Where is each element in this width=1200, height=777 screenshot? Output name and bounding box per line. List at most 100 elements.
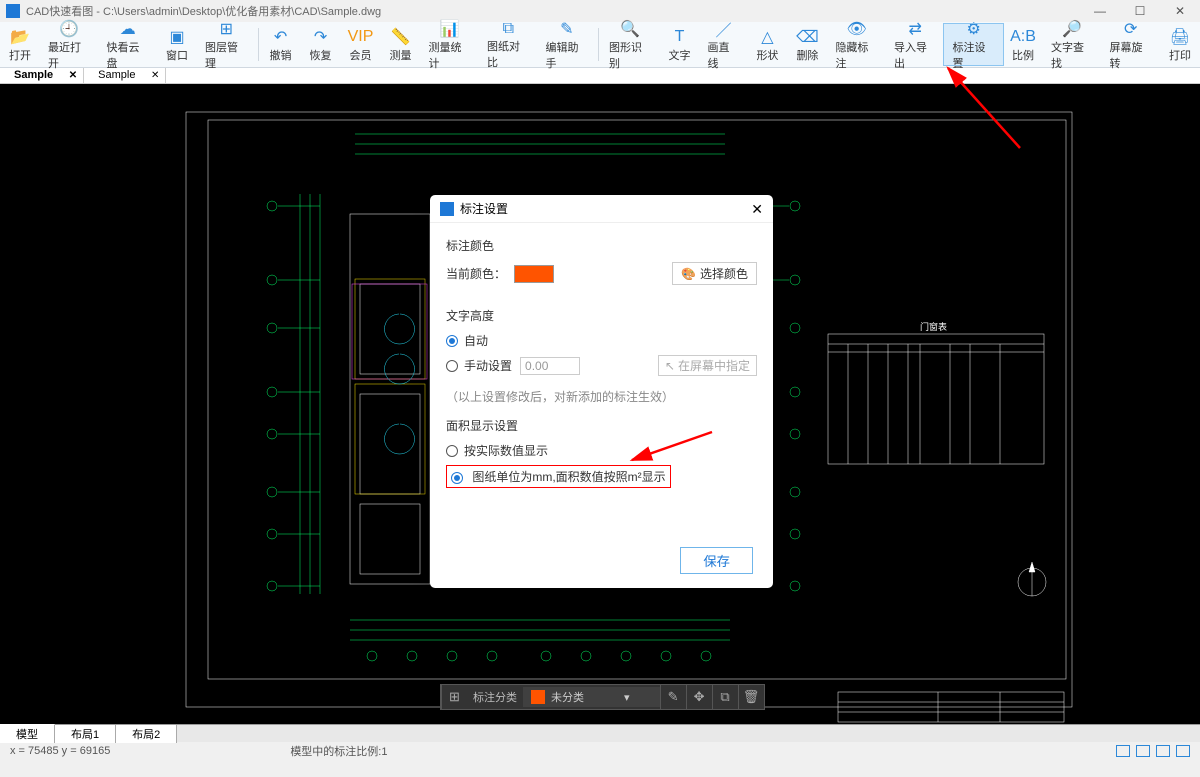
close-button[interactable]: ✕ — [1160, 0, 1200, 22]
main-toolbar: 📂打开🕘最近打开☁快看云盘▣窗口⊞图层管理↶撤销↷恢复VIP会员📏测量📊测量统计… — [0, 22, 1200, 68]
pointer-icon: ↖ — [665, 359, 675, 373]
svg-text:门窗表: 门窗表 — [920, 321, 947, 332]
current-color-label: 当前颜色： — [446, 265, 506, 282]
toolbar-rotate[interactable]: ⟳屏幕旋转 — [1102, 24, 1161, 65]
toolbar-print[interactable]: 🖨打印 — [1160, 24, 1200, 65]
toolbar-dimset[interactable]: ⚙标注设置 — [944, 24, 1003, 65]
manual-radio[interactable] — [446, 360, 458, 372]
status-icon-2[interactable] — [1136, 745, 1150, 757]
toolbar-open[interactable]: 📂打开 — [0, 24, 40, 65]
move-icon[interactable]: ✥ — [686, 684, 712, 710]
cloud-icon: ☁ — [118, 19, 138, 39]
status-icon-3[interactable] — [1156, 745, 1170, 757]
measure-icon: 📏 — [391, 27, 411, 47]
toolbar-text[interactable]: T文字 — [660, 24, 700, 65]
minimize-button[interactable]: — — [1080, 0, 1120, 22]
toolbar-vip[interactable]: VIP会员 — [341, 24, 381, 65]
copy-icon[interactable]: ⧉ — [712, 684, 738, 710]
recog-icon: 🔍 — [620, 19, 640, 39]
toolbar-recent[interactable]: 🕘最近打开 — [40, 24, 99, 65]
settings-note: （以上设置修改后，对新添加的标注生效） — [446, 388, 757, 405]
color-section-label: 标注颜色 — [446, 237, 757, 254]
annotation-class-dropdown[interactable]: 未分类▾ — [523, 687, 660, 707]
toolbar-recog[interactable]: 🔍图形识别 — [601, 24, 660, 65]
dimension-settings-dialog: 标注设置 ✕ 标注颜色 当前颜色： 🎨选择颜色 文字高度 自动 手动设置 0.0… — [430, 195, 773, 588]
hide-icon: 👁 — [847, 19, 867, 39]
recent-icon: 🕘 — [59, 19, 79, 39]
choose-color-button[interactable]: 🎨选择颜色 — [672, 262, 757, 285]
text-icon: T — [670, 27, 690, 47]
toolbar-redo[interactable]: ↷恢复 — [301, 24, 341, 65]
dialog-close-button[interactable]: ✕ — [751, 201, 763, 218]
mm-label: 图纸单位为mm,面积数值按照m²显示 — [472, 470, 665, 484]
toolbar-find[interactable]: 🔎文字查找 — [1043, 24, 1102, 65]
height-section-label: 文字高度 — [446, 307, 757, 324]
toolbar-undo[interactable]: ↶撤销 — [261, 24, 301, 65]
auto-label: 自动 — [464, 332, 488, 349]
current-color-swatch — [514, 265, 554, 283]
edit-icon[interactable]: ✎ — [660, 684, 686, 710]
delete-icon[interactable]: 🗑 — [738, 684, 764, 710]
save-button[interactable]: 保存 — [680, 547, 753, 574]
auto-radio[interactable] — [446, 335, 458, 347]
toolbar-stats[interactable]: 📊测量统计 — [421, 24, 480, 65]
stats-icon: 📊 — [440, 19, 460, 39]
scale-icon: A:B — [1013, 27, 1033, 47]
toolbar-shape[interactable]: △形状 — [747, 24, 787, 65]
app-icon — [440, 202, 454, 216]
colorwheel-icon: 🎨 — [681, 267, 696, 281]
tab-close-icon[interactable]: ✕ — [151, 70, 159, 81]
annotation-class-label: 标注分类 — [467, 689, 523, 705]
line-icon: ／ — [713, 19, 733, 39]
annotation-bar: ⊞ 标注分类 未分类▾ ✎ ✥ ⧉ 🗑 — [440, 684, 765, 710]
layout-tab-2[interactable]: 布局2 — [116, 725, 177, 743]
area-section-label: 面积显示设置 — [446, 417, 757, 434]
tab-close-icon[interactable]: ✕ — [69, 70, 77, 81]
toolbar-edit[interactable]: ✎编辑助手 — [538, 24, 597, 65]
toolbar-line[interactable]: ／画直线 — [700, 24, 748, 65]
toolbar-window[interactable]: ▣窗口 — [157, 24, 197, 65]
layout-tab-1[interactable]: 布局1 — [55, 725, 116, 743]
manual-value-input[interactable]: 0.00 — [520, 357, 580, 375]
print-icon: 🖨 — [1170, 27, 1190, 47]
toolbar-io[interactable]: ⇄导入导出 — [886, 24, 945, 65]
status-bar: x = 75485 y = 69165 模型中的标注比例:1 — [0, 742, 1200, 760]
highlighted-option: 图纸单位为mm,面积数值按照m²显示 — [446, 465, 671, 488]
compare-icon: ⧉ — [498, 20, 518, 38]
dialog-title-text: 标注设置 — [460, 200, 508, 217]
undo-icon: ↶ — [271, 27, 291, 47]
window-controls: — ☐ ✕ — [1080, 0, 1200, 22]
layer-icon: ⊞ — [216, 19, 236, 39]
status-icon-4[interactable] — [1176, 745, 1190, 757]
shape-icon: △ — [757, 27, 777, 47]
delete-icon: ⌫ — [797, 27, 817, 47]
screen-pick-button[interactable]: ↖在屏幕中指定 — [658, 355, 757, 376]
mm-radio[interactable] — [451, 472, 463, 484]
toolbar-cloud[interactable]: ☁快看云盘 — [99, 24, 158, 65]
toolbar-hide[interactable]: 👁隐藏标注 — [827, 24, 886, 65]
toolbar-compare[interactable]: ⧉图纸对比 — [479, 24, 538, 65]
scale-info: 模型中的标注比例:1 — [290, 743, 387, 759]
maximize-button[interactable]: ☐ — [1120, 0, 1160, 22]
layout-tab-0[interactable]: 模型 — [0, 724, 55, 743]
open-icon: 📂 — [10, 27, 30, 47]
grid-icon[interactable]: ⊞ — [441, 684, 467, 710]
window-icon: ▣ — [167, 27, 187, 47]
toolbar-layer[interactable]: ⊞图层管理 — [197, 24, 256, 65]
toolbar-scale[interactable]: A:B比例 — [1003, 24, 1043, 65]
status-icon-1[interactable] — [1116, 745, 1130, 757]
edit-icon: ✎ — [557, 19, 577, 39]
toolbar-measure[interactable]: 📏测量 — [381, 24, 421, 65]
redo-icon: ↷ — [311, 27, 331, 47]
doc-tab-0[interactable]: Sample✕ — [0, 68, 84, 83]
io-icon: ⇄ — [905, 19, 925, 39]
real-value-radio[interactable] — [446, 445, 458, 457]
document-tabs: Sample✕Sample✕ — [0, 68, 1200, 84]
real-value-label: 按实际数值显示 — [464, 442, 548, 459]
manual-label: 手动设置 — [464, 357, 512, 374]
doc-tab-1[interactable]: Sample✕ — [84, 68, 166, 83]
vip-icon: VIP — [351, 27, 371, 47]
coordinates: x = 75485 y = 69165 — [10, 745, 110, 757]
dialog-titlebar: 标注设置 ✕ — [430, 195, 773, 223]
toolbar-delete[interactable]: ⌫删除 — [787, 24, 827, 65]
